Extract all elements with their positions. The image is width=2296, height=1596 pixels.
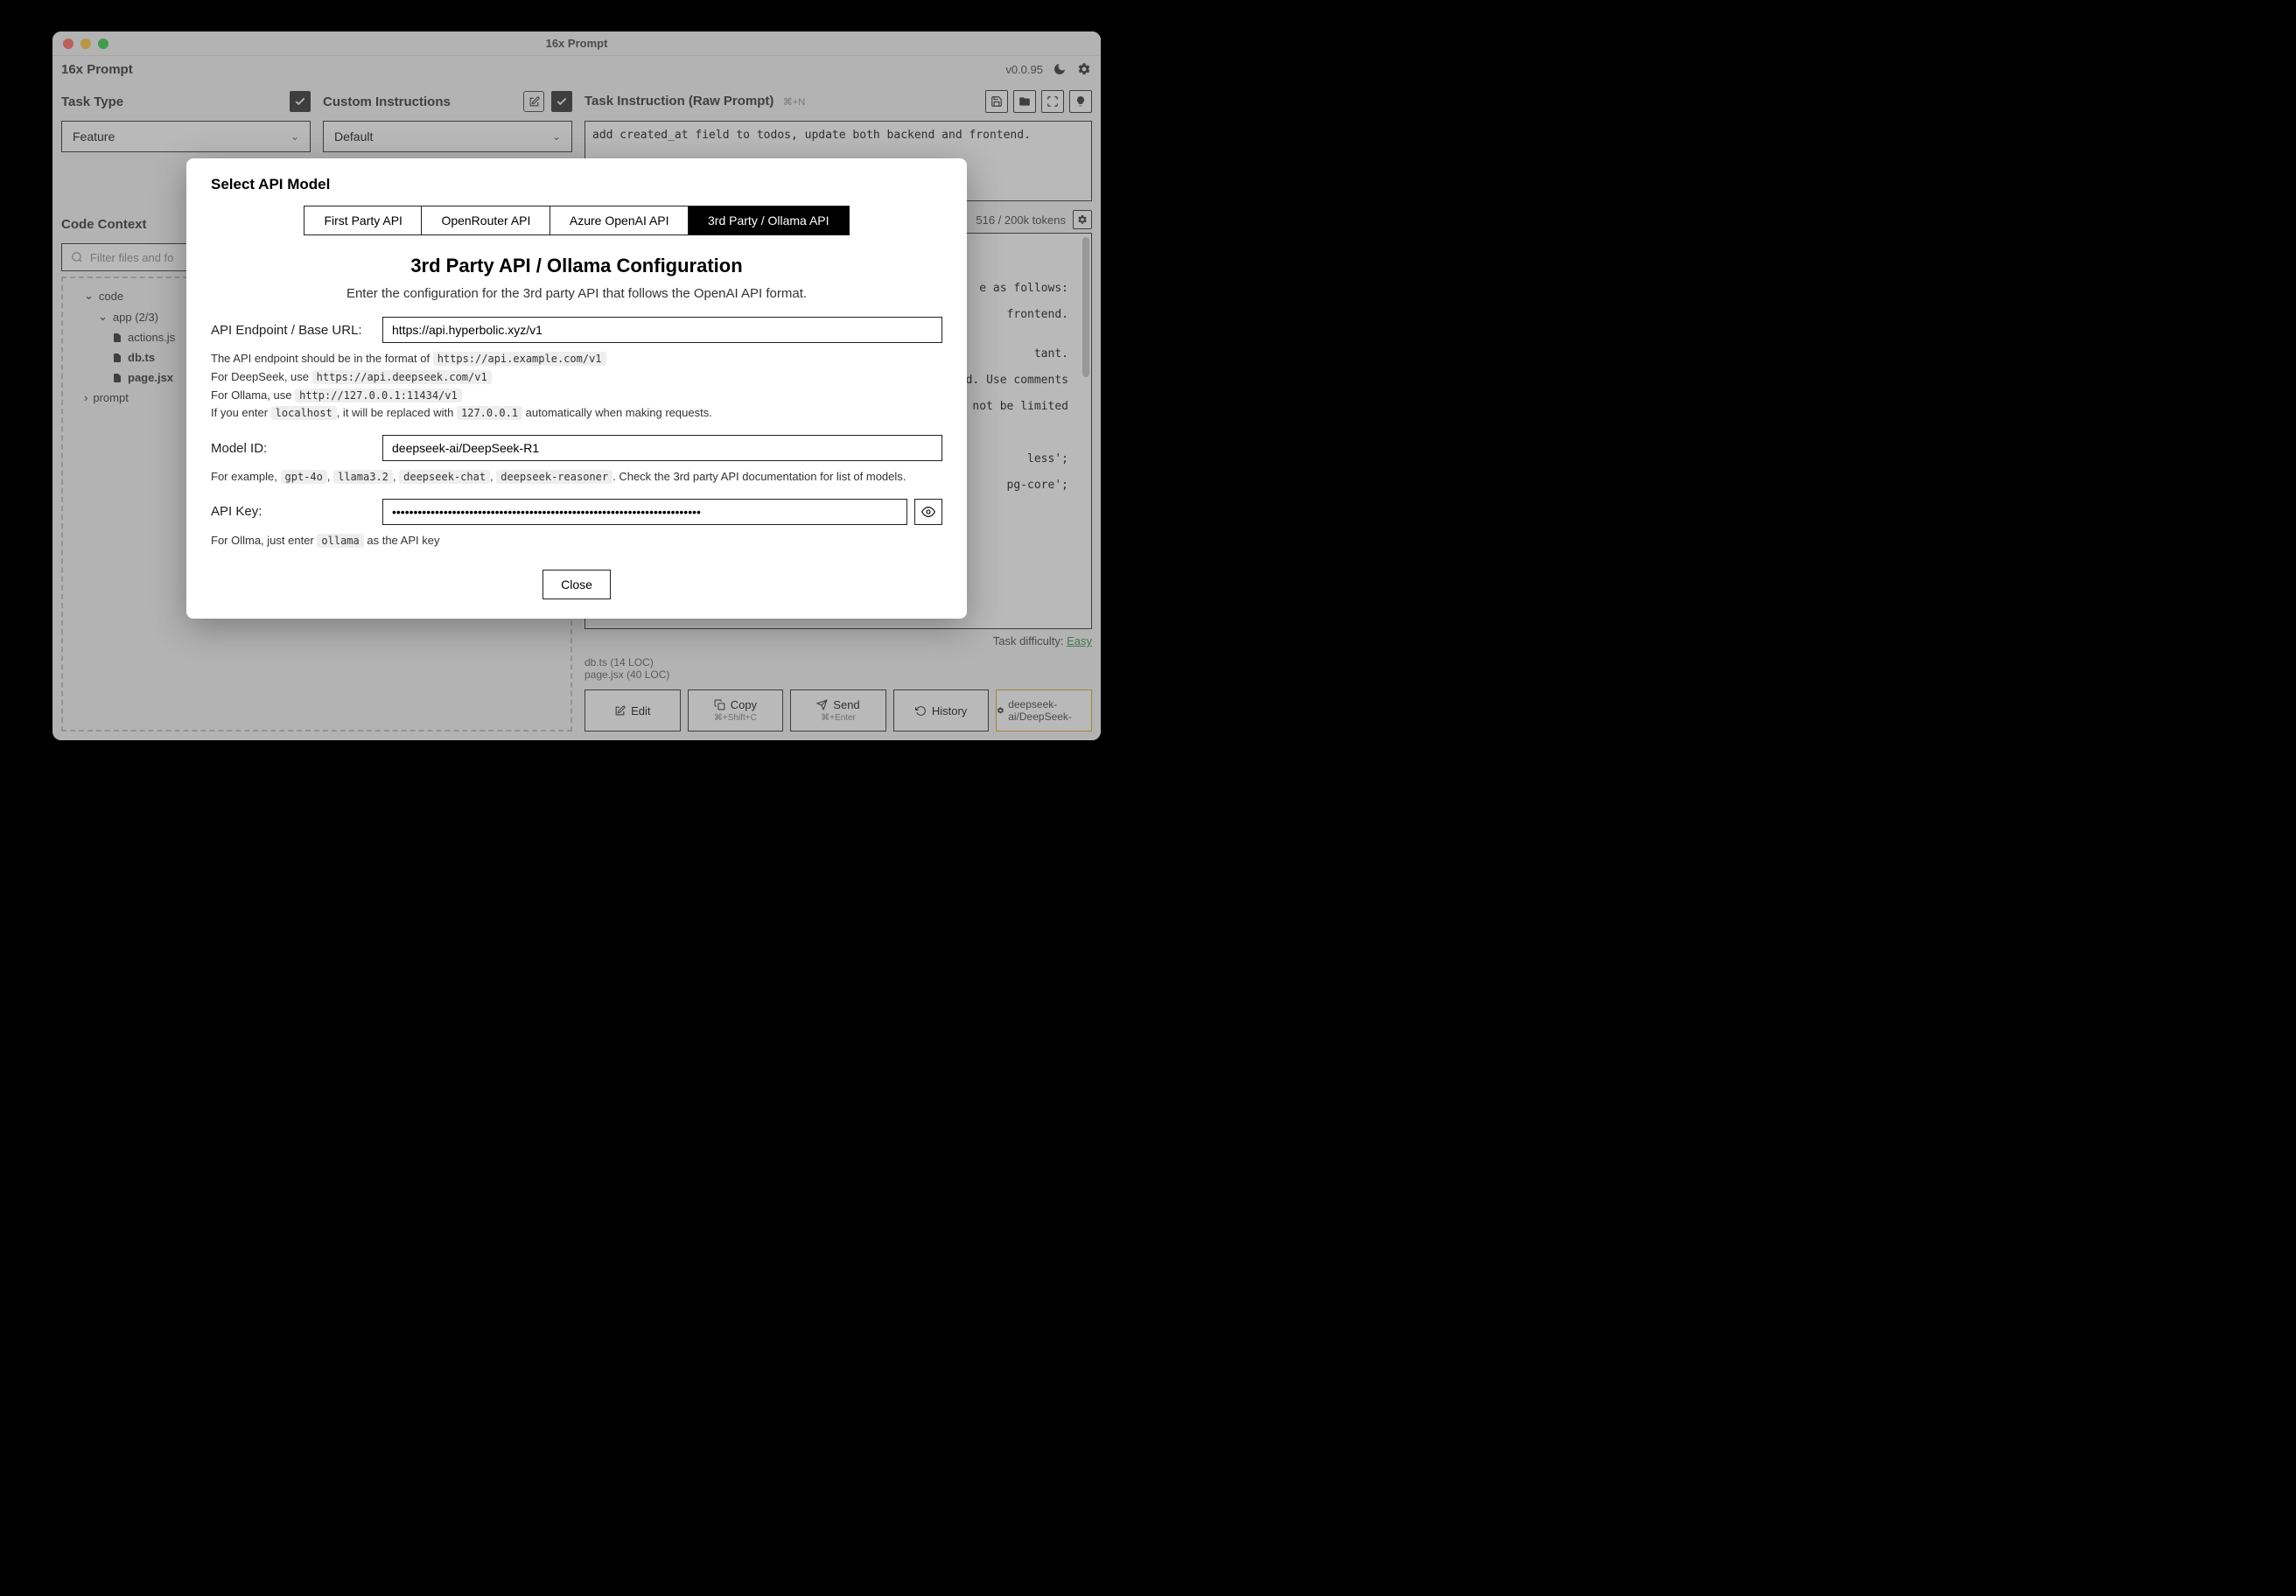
tab-3rd-party[interactable]: 3rd Party / Ollama API [688,206,850,235]
modal-heading: 3rd Party API / Ollama Configuration [211,255,942,277]
toggle-visibility-icon[interactable] [914,499,942,525]
modal-overlay: Select API Model First Party API OpenRou… [52,32,1101,740]
modal-title: Select API Model [211,176,942,193]
tab-azure[interactable]: Azure OpenAI API [550,206,690,235]
api-model-modal: Select API Model First Party API OpenRou… [186,158,967,619]
model-id-hint: For example, gpt-4o, llama3.2, deepseek-… [211,468,942,486]
close-button[interactable]: Close [542,570,611,599]
app-window: 16x Prompt 16x Prompt v0.0.95 Task Type … [52,32,1101,740]
endpoint-hint: The API endpoint should be in the format… [211,350,942,423]
tab-row: First Party API OpenRouter API Azure Ope… [211,206,942,235]
endpoint-input[interactable] [382,317,942,343]
endpoint-label: API Endpoint / Base URL: [211,323,368,338]
tab-first-party[interactable]: First Party API [304,206,422,235]
api-key-label: API Key: [211,504,368,519]
tab-openrouter[interactable]: OpenRouter API [421,206,550,235]
api-key-hint: For Ollma, just enter ollama as the API … [211,532,942,550]
api-key-input[interactable] [382,499,907,525]
model-id-label: Model ID: [211,441,368,456]
model-id-input[interactable] [382,435,942,461]
modal-subheading: Enter the configuration for the 3rd part… [211,286,942,301]
